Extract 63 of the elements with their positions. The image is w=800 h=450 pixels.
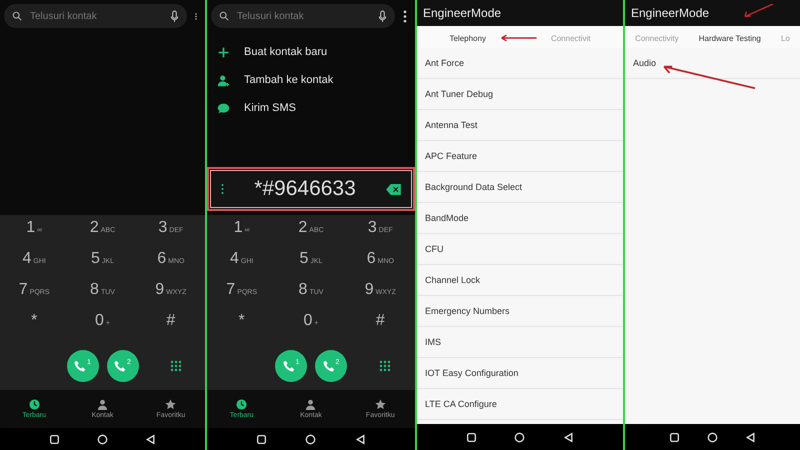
plus-icon xyxy=(217,46,230,58)
microphone-icon[interactable] xyxy=(170,10,179,22)
menu-item[interactable]: LTE CA Configure xyxy=(425,399,497,409)
dialed-number-field[interactable]: *#9646633 xyxy=(207,167,415,211)
clock-icon xyxy=(28,399,40,410)
tab[interactable]: Hardware Testing xyxy=(696,32,763,45)
star-icon xyxy=(165,399,176,410)
recent-apps-icon[interactable] xyxy=(668,432,680,442)
search-icon xyxy=(219,11,229,21)
add-person-icon xyxy=(217,74,230,86)
menu-item[interactable]: Channel Lock xyxy=(425,275,480,285)
back-icon[interactable] xyxy=(563,432,574,442)
search-bar[interactable]: Telusuri kontak xyxy=(211,4,395,28)
phone-icon xyxy=(282,360,295,372)
dialpad-icon[interactable] xyxy=(170,360,182,372)
phone-icon xyxy=(114,360,126,372)
search-icon xyxy=(12,11,22,21)
back-icon[interactable] xyxy=(354,434,366,444)
menu-item[interactable]: Ant Tuner Debug xyxy=(425,89,494,99)
person-icon xyxy=(305,399,316,410)
person-icon xyxy=(96,399,108,410)
keypad-key[interactable]: # xyxy=(136,312,205,343)
home-icon[interactable] xyxy=(706,432,718,442)
home-icon[interactable] xyxy=(96,434,108,444)
suggestion-label[interactable]: Tambah ke kontak xyxy=(244,74,334,86)
menu-item[interactable]: CFU xyxy=(425,244,444,254)
back-icon[interactable] xyxy=(145,434,156,444)
microphone-icon[interactable] xyxy=(378,10,387,22)
search-field[interactable]: Telusuri kontak xyxy=(28,10,164,22)
more-options-icon[interactable] xyxy=(403,10,407,22)
dialpad-icon[interactable] xyxy=(379,360,391,372)
message-bubble-icon xyxy=(217,102,230,114)
keypad-key[interactable]: # xyxy=(346,312,415,343)
menu-item[interactable]: BandMode xyxy=(425,213,469,223)
more-options-icon[interactable] xyxy=(221,183,224,195)
search-field[interactable]: Telusuri kontak xyxy=(235,10,372,22)
menu-item[interactable]: Emergency Numbers xyxy=(425,306,510,316)
menu-item[interactable]: Ant Force xyxy=(425,58,464,68)
suggestion-label[interactable]: Buat kontak baru xyxy=(244,46,328,58)
phone-icon xyxy=(322,360,335,372)
suggestion-label[interactable]: Kirim SMS xyxy=(244,102,296,114)
menu-item[interactable]: Antenna Test xyxy=(425,120,478,130)
keypad-key[interactable]: * xyxy=(0,312,68,343)
recent-apps-icon[interactable] xyxy=(256,434,268,444)
menu-item[interactable]: IMS xyxy=(425,337,442,347)
tab[interactable]: Telephony xyxy=(447,32,488,45)
phone-icon xyxy=(74,360,86,372)
home-icon[interactable] xyxy=(305,434,316,444)
backspace-icon[interactable] xyxy=(386,184,401,194)
home-icon[interactable] xyxy=(514,432,526,442)
menu-item[interactable]: IOT Easy Configuration xyxy=(425,368,518,378)
recent-apps-icon[interactable] xyxy=(466,432,477,442)
search-bar[interactable]: Telusuri kontak xyxy=(4,4,187,28)
recent-apps-icon[interactable] xyxy=(48,434,60,444)
back-icon[interactable] xyxy=(745,432,756,442)
app-title: EngineerMode xyxy=(417,0,623,26)
menu-item[interactable]: Background Data Select xyxy=(425,182,522,192)
star-icon xyxy=(374,399,386,410)
clock-icon xyxy=(236,399,248,410)
menu-item[interactable]: Audio xyxy=(633,58,656,68)
app-title: EngineerMode xyxy=(625,0,800,26)
menu-item[interactable]: APC Feature xyxy=(425,151,478,161)
keypad-key[interactable]: * xyxy=(207,312,276,343)
